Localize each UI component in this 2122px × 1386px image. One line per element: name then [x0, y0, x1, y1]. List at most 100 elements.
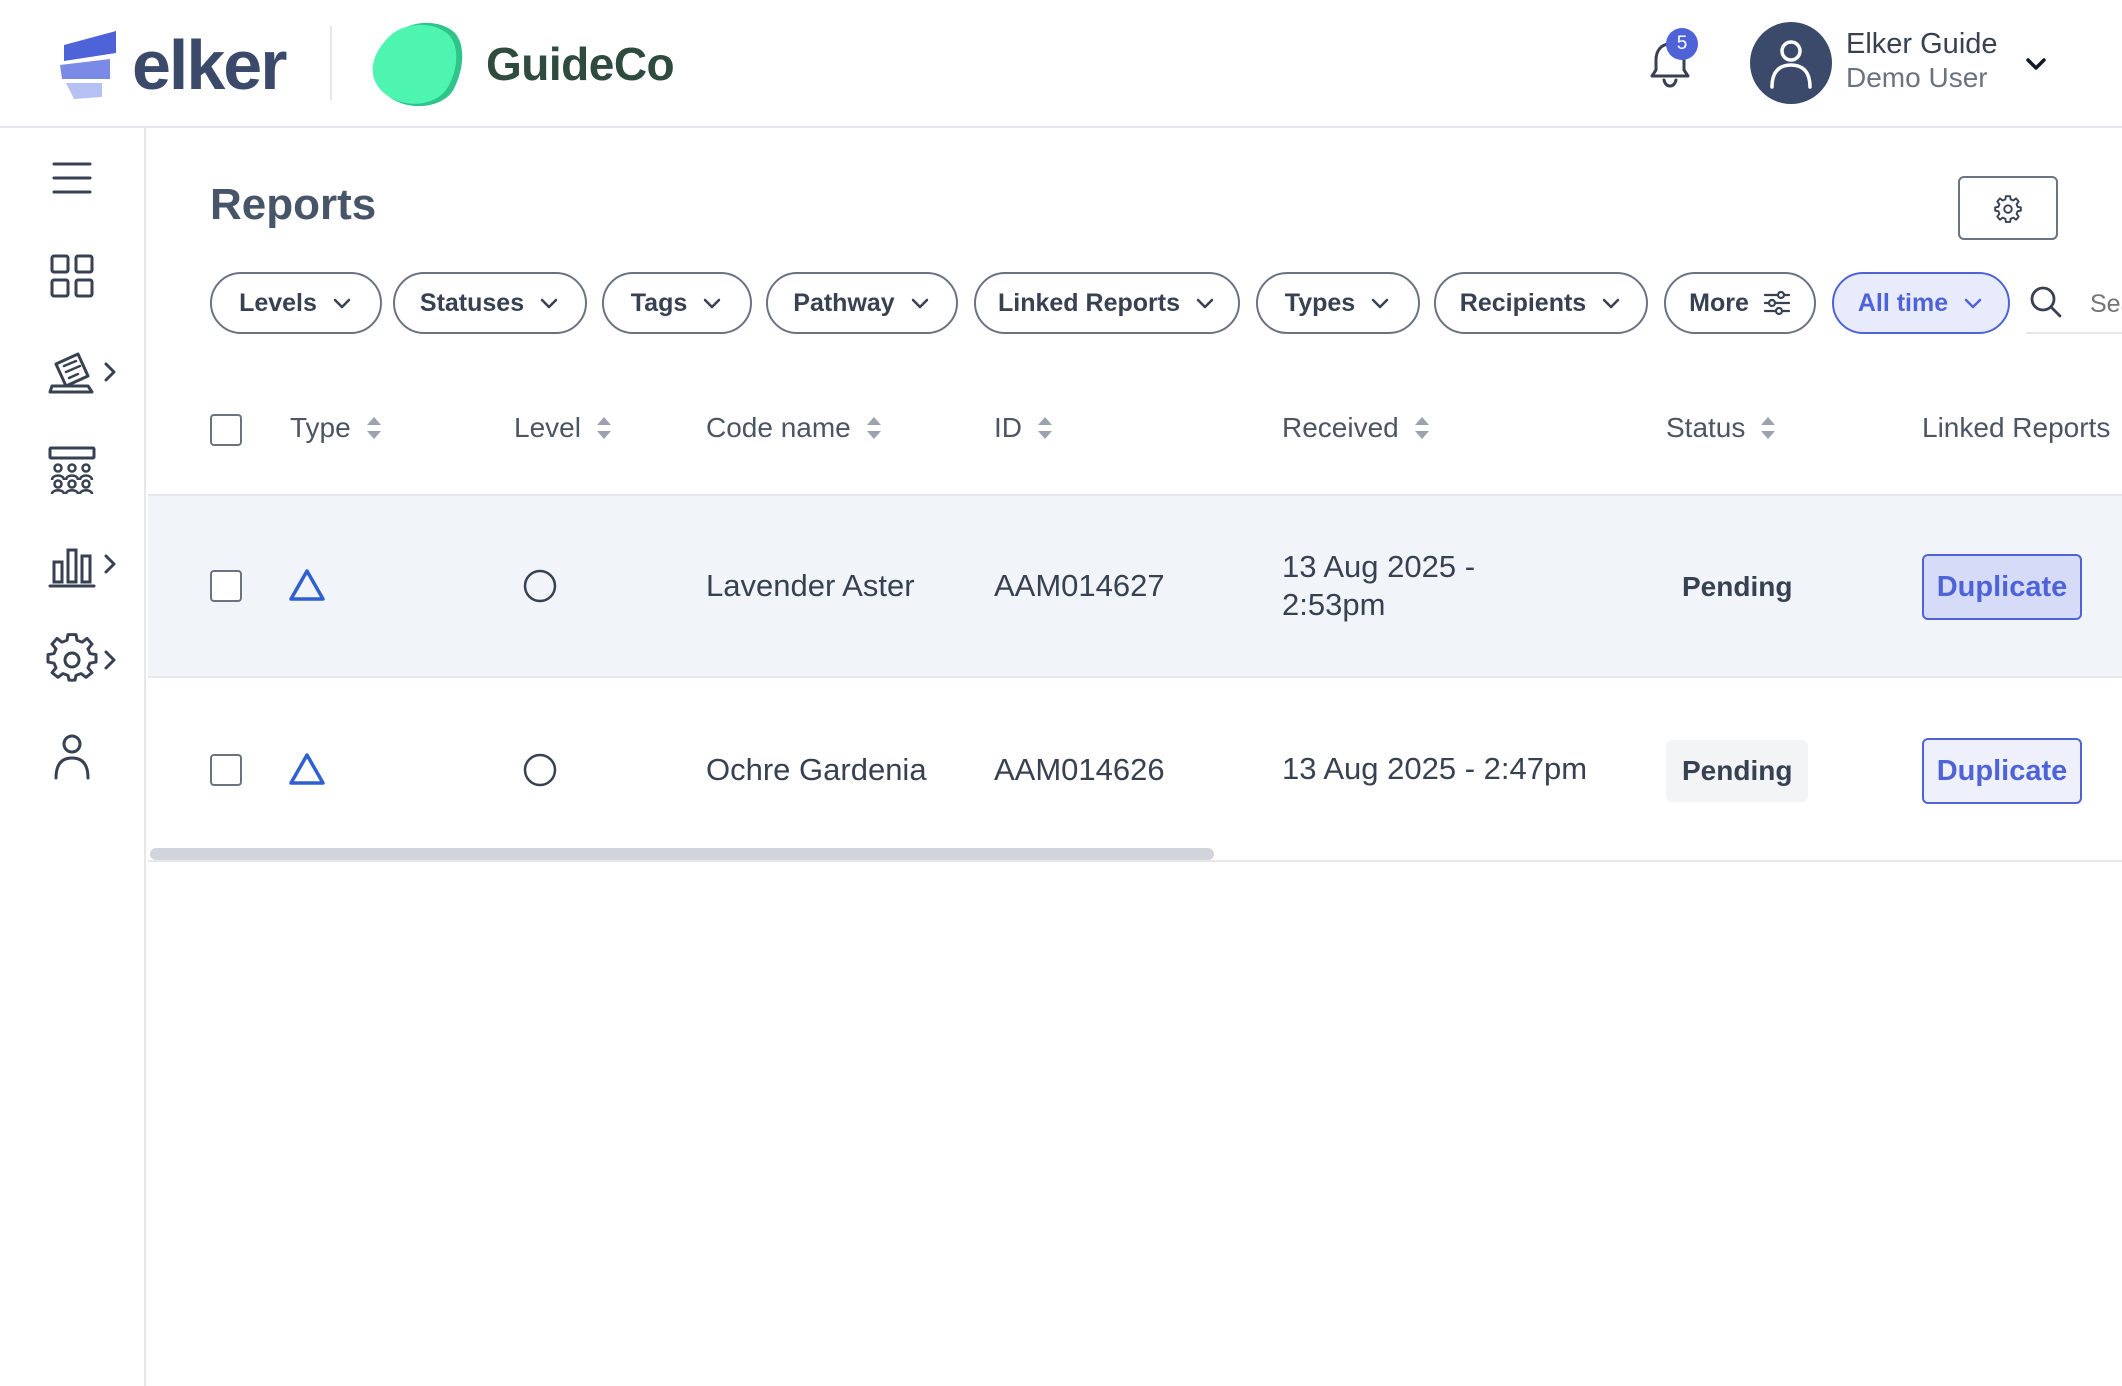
- level-circle-icon: [523, 569, 557, 603]
- settings-gear-icon: [46, 633, 98, 682]
- search-underline: [2026, 332, 2122, 334]
- received-date-line-2: 2:53pm: [1282, 587, 1386, 622]
- sort-icon: [1414, 417, 1429, 439]
- sort-icon: [1761, 417, 1776, 439]
- filter-types[interactable]: Types: [1256, 272, 1420, 334]
- user-role: Demo User: [1846, 62, 1988, 93]
- user-name[interactable]: Elker Guide: [1846, 28, 1998, 61]
- sidebar-item-dashboard[interactable]: [44, 248, 100, 304]
- chevron-down-icon: [1371, 298, 1389, 309]
- table-header: Type Level Code name ID Received Status …: [148, 372, 2122, 496]
- sidebar-item-settings[interactable]: [44, 632, 120, 688]
- row-select-checkbox[interactable]: [210, 754, 242, 786]
- filter-more[interactable]: More: [1664, 272, 1816, 334]
- org-logo: GuideCo: [372, 20, 675, 108]
- teams-icon: [48, 446, 96, 495]
- elker-logo-mark-icon: [60, 31, 116, 99]
- user-avatar-person-icon: [1770, 40, 1812, 89]
- column-header-id[interactable]: ID: [994, 412, 1054, 444]
- column-header-level[interactable]: Level: [514, 412, 613, 444]
- column-code-name-label: Code name: [706, 412, 851, 443]
- sidebar-item-teams[interactable]: [44, 440, 100, 496]
- column-received-label: Received: [1282, 412, 1399, 443]
- type-triangle-icon: [289, 753, 325, 785]
- filter-linked-reports[interactable]: Linked Reports: [974, 272, 1240, 334]
- column-header-linked-reports[interactable]: Linked Reports: [1922, 412, 2110, 444]
- table-row[interactable]: Lavender Aster AAM014627 13 Aug 2025 - 2…: [148, 496, 2122, 678]
- column-type-label: Type: [290, 412, 351, 443]
- sort-icon: [366, 417, 381, 439]
- sidebar-item-profile[interactable]: [44, 728, 100, 784]
- chevron-down-icon: [911, 298, 928, 309]
- type-triangle-icon: [289, 569, 325, 601]
- filter-statuses-label: Statuses: [419, 288, 525, 317]
- sidebar-menu-toggle[interactable]: [44, 154, 100, 202]
- search-icon[interactable]: [2028, 284, 2064, 320]
- reports-icon: [48, 352, 94, 394]
- column-level-label: Level: [514, 412, 581, 443]
- analytics-icon: [48, 548, 96, 588]
- table-settings-gear-icon: [1994, 195, 2022, 223]
- sort-icon: [1038, 417, 1052, 439]
- menu-icon: [52, 162, 92, 194]
- linked-report-duplicate-button[interactable]: Duplicate: [1922, 738, 2082, 804]
- table-row[interactable]: Ochre Gardenia AAM014626 13 Aug 2025 - 2…: [148, 680, 2122, 862]
- code-name[interactable]: Lavender Aster: [706, 568, 915, 604]
- filter-types-label: Types: [1284, 288, 1356, 317]
- profile-icon: [54, 734, 90, 780]
- received-date-line-1: 13 Aug 2025 - 2:47pm: [1282, 751, 1588, 786]
- filter-tags[interactable]: Tags: [602, 272, 752, 334]
- chevron-down-icon: [1196, 298, 1214, 309]
- linked-report-duplicate-button[interactable]: Duplicate: [1922, 554, 2082, 620]
- horizontal-scrollbar-thumb[interactable]: [150, 848, 1214, 860]
- select-all-checkbox[interactable]: [210, 414, 242, 446]
- filter-statuses[interactable]: Statuses: [393, 272, 587, 334]
- dashboard-grid-icon: [50, 254, 94, 298]
- filter-tags-label: Tags: [630, 288, 688, 317]
- org-logo-wordmark: GuideCo: [486, 38, 675, 90]
- search-input[interactable]: [2090, 284, 2122, 324]
- notifications-count-badge: 5: [1666, 28, 1698, 60]
- filter-levels-label: Levels: [239, 288, 317, 317]
- received-date-line-1: 13 Aug 2025 -: [1282, 549, 1476, 584]
- filter-linked-reports-label: Linked Reports: [998, 288, 1180, 317]
- filter-more-label: More: [1689, 288, 1749, 317]
- received-date: 13 Aug 2025 - 2:47pm: [1282, 750, 1587, 788]
- sort-icon: [596, 417, 611, 439]
- filter-pathway[interactable]: Pathway: [766, 272, 958, 334]
- chevron-down-icon: [540, 298, 558, 309]
- filter-pathway-label: Pathway: [793, 288, 895, 317]
- code-name[interactable]: Ochre Gardenia: [706, 752, 927, 788]
- table-settings-button[interactable]: [1958, 176, 2058, 240]
- row-select-checkbox[interactable]: [210, 570, 242, 602]
- column-header-type[interactable]: Type: [290, 412, 383, 444]
- column-header-received[interactable]: Received: [1282, 412, 1431, 444]
- settings-chevron-right-icon: [104, 650, 116, 670]
- level-circle-icon: [523, 753, 557, 787]
- chevron-down-icon: [333, 298, 351, 309]
- column-id-label: ID: [994, 412, 1022, 443]
- filter-levels[interactable]: Levels: [210, 272, 382, 334]
- reports-chevron-right-icon: [104, 362, 116, 382]
- column-header-code-name[interactable]: Code name: [706, 412, 883, 444]
- sort-icon: [866, 417, 881, 439]
- sliders-icon: [1763, 290, 1790, 316]
- page-title: Reports: [210, 180, 377, 229]
- column-header-status[interactable]: Status: [1666, 412, 1777, 444]
- filter-recipients[interactable]: Recipients: [1434, 272, 1648, 334]
- analytics-chevron-right-icon: [104, 554, 116, 574]
- user-menu-chevron-down-icon[interactable]: [2022, 50, 2050, 78]
- status-badge: Pending: [1666, 556, 1809, 618]
- sidebar-item-reports[interactable]: [44, 344, 120, 400]
- header-divider: [330, 26, 332, 100]
- elker-logo-wordmark: elker: [132, 26, 287, 104]
- report-id: AAM014627: [994, 568, 1165, 603]
- received-date: 13 Aug 2025 - 2:53pm: [1282, 548, 1475, 624]
- elker-logo[interactable]: elker: [60, 26, 287, 104]
- report-id: AAM014626: [994, 752, 1165, 787]
- user-avatar[interactable]: [1750, 22, 1832, 104]
- filter-date-range[interactable]: All time: [1832, 272, 2010, 334]
- sidebar-item-analytics[interactable]: [44, 536, 120, 592]
- filter-recipients-label: Recipients: [1459, 288, 1587, 317]
- status-badge: Pending: [1666, 740, 1809, 802]
